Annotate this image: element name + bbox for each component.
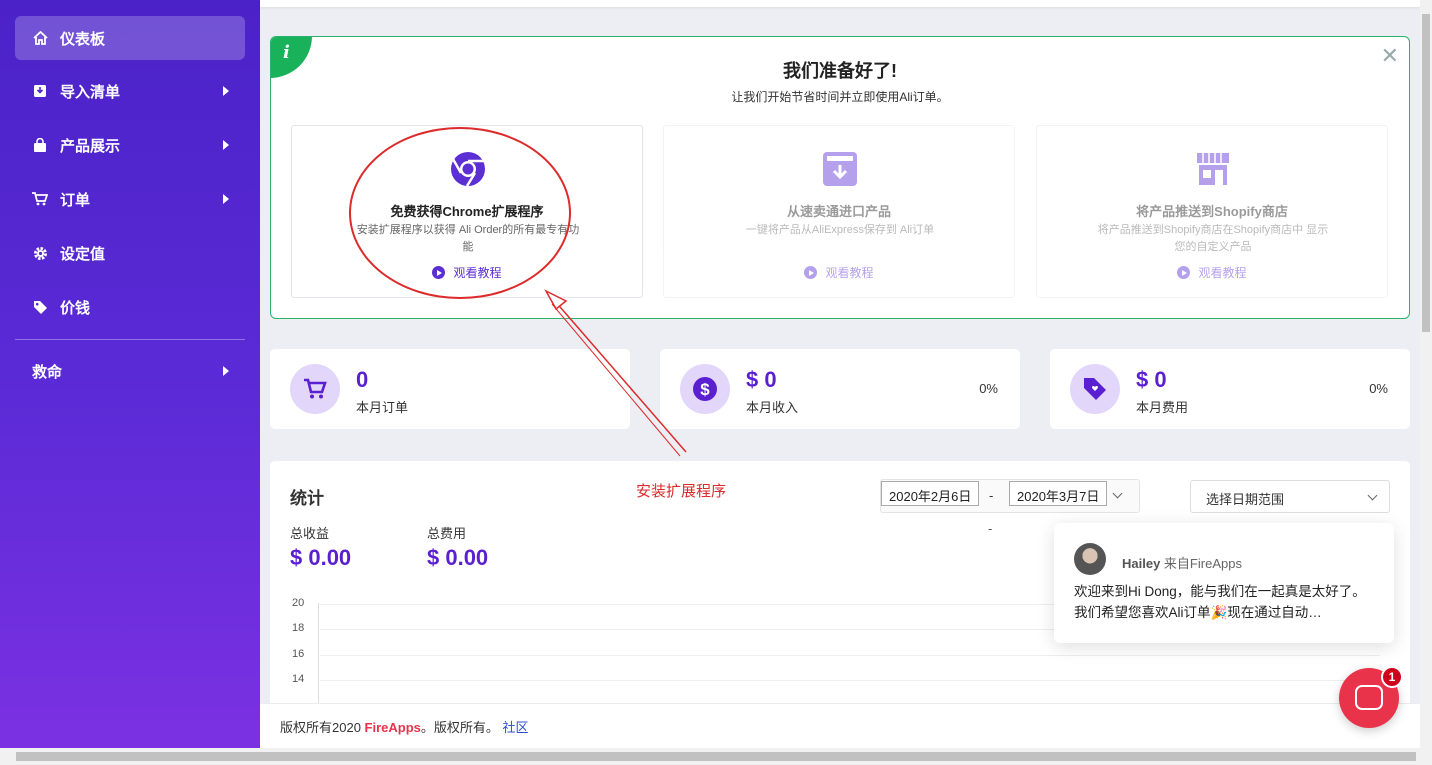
avatar bbox=[1074, 543, 1106, 575]
footer: 版权所有2020 FireApps。版权所有。 社区 bbox=[260, 703, 1420, 748]
chat-popup[interactable]: Hailey 来自FireApps 欢迎来到Hi Dong，能与我们在一起真是太… bbox=[1054, 523, 1394, 643]
chat-launcher-button[interactable]: 1 bbox=[1339, 666, 1403, 728]
sender-source: 来自FireApps bbox=[1160, 556, 1242, 571]
horizontal-scrollbar[interactable] bbox=[0, 748, 1432, 765]
scrollbar-thumb[interactable] bbox=[1422, 14, 1430, 332]
brand-link[interactable]: FireApps bbox=[365, 720, 421, 735]
scrollbar-thumb[interactable] bbox=[16, 752, 1416, 761]
chat-sender: Hailey 来自FireApps bbox=[1122, 553, 1242, 572]
notification-badge: 1 bbox=[1381, 666, 1403, 688]
copyright-text: 。版权所有。 bbox=[420, 720, 503, 735]
vertical-scrollbar[interactable] bbox=[1420, 0, 1432, 748]
community-link[interactable]: 社区 bbox=[503, 720, 529, 735]
annotation-arrow bbox=[544, 289, 687, 457]
copyright-text: 版权所有2020 bbox=[280, 720, 365, 735]
sender-name: Hailey bbox=[1122, 556, 1161, 571]
chat-icon bbox=[1355, 685, 1383, 710]
chat-message: 欢迎来到Hi Dong，能与我们在一起真是太好了。我们希望您喜欢Ali订单🎉现在… bbox=[1074, 584, 1366, 620]
